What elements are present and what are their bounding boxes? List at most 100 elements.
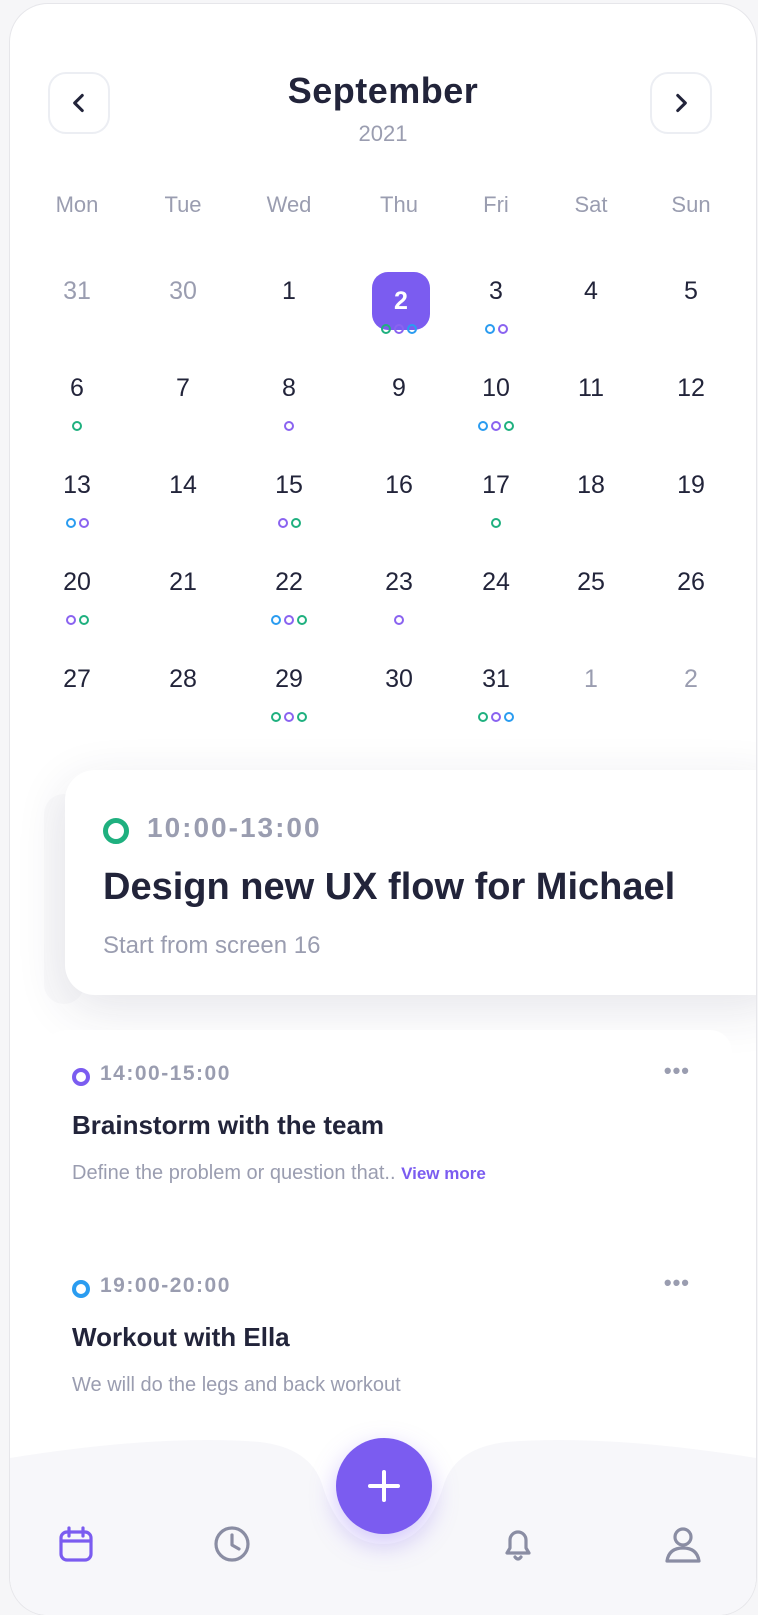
calendar-day[interactable]: 6	[32, 374, 122, 403]
weekday-label: Sat	[574, 192, 608, 217]
event-indicator-dots	[244, 518, 334, 528]
calendar-day[interactable]: 8	[244, 374, 334, 403]
calendar-day[interactable]: 13	[32, 471, 122, 500]
event-indicator-dots	[354, 615, 444, 625]
event-card[interactable]: 14:00-15:00 ••• Brainstorm with the team…	[44, 1030, 732, 1202]
calendar-day[interactable]: 1	[244, 277, 334, 306]
user-icon[interactable]	[663, 1524, 703, 1564]
event-dot	[497, 324, 508, 334]
more-options-button[interactable]: •••	[664, 1270, 690, 1296]
weekday-label: Fri	[483, 192, 509, 217]
event-dot	[78, 518, 89, 528]
calendar-day[interactable]: 18	[546, 471, 636, 500]
plus-icon	[368, 1470, 400, 1502]
event-indicator-dots	[451, 518, 541, 528]
event-indicator-dots	[451, 324, 541, 334]
calendar-day[interactable]: 10	[451, 374, 541, 403]
calendar-day[interactable]: 2	[646, 665, 736, 694]
event-dot	[284, 712, 294, 722]
calendar-day[interactable]: 26	[646, 568, 736, 597]
weekday-label: Sun	[671, 192, 711, 217]
event-indicator-dots	[32, 518, 122, 528]
clock-icon[interactable]	[212, 1524, 252, 1564]
event-dot	[271, 712, 281, 722]
calendar-day[interactable]: 12	[646, 374, 736, 403]
calendar-day[interactable]: 24	[451, 568, 541, 597]
calendar-day-selected[interactable]: 2	[372, 272, 430, 330]
calendar-day[interactable]: 27	[32, 665, 122, 694]
calendar-day[interactable]: 11	[546, 374, 636, 403]
weekday-label: Wed	[266, 192, 312, 217]
bell-icon[interactable]	[498, 1524, 538, 1564]
event-subtitle: Start from screen 16	[103, 932, 321, 959]
calendar-day[interactable]: 3	[451, 277, 541, 306]
calendar-day[interactable]: 17	[451, 471, 541, 500]
calendar-day[interactable]: 31	[32, 277, 122, 306]
event-dot	[72, 421, 82, 431]
event-time: 10:00-13:00	[147, 812, 322, 843]
calendar-day[interactable]: 20	[32, 568, 122, 597]
event-time: 19:00-20:00	[100, 1274, 231, 1297]
more-options-button[interactable]: •••	[664, 1058, 690, 1084]
event-time: 14:00-15:00	[100, 1062, 231, 1085]
event-dot	[78, 615, 89, 625]
event-dot	[394, 615, 404, 625]
calendar-day[interactable]: 25	[546, 568, 636, 597]
event-dot	[394, 324, 404, 334]
event-dot	[65, 518, 76, 528]
event-dot	[65, 615, 76, 625]
event-indicator-dots	[244, 712, 334, 722]
calendar-day[interactable]: 29	[244, 665, 334, 694]
event-description-text: Define the problem or question that..	[72, 1162, 396, 1184]
app-screen: September 2021 Mon Tue Wed Thu Fri Sat Sun 31 30…	[10, 4, 756, 1615]
featured-event-card[interactable]: 10:00-13:00 Design new UX flow for Micha…	[65, 770, 756, 995]
calendar-day[interactable]: 15	[244, 471, 334, 500]
calendar-day[interactable]: 22	[244, 568, 334, 597]
calendar-day[interactable]: 19	[646, 471, 736, 500]
event-title: Brainstorm with the team	[72, 1110, 385, 1140]
event-indicator-dots	[244, 421, 334, 431]
event-status-icon	[103, 818, 129, 844]
event-dot	[297, 712, 307, 722]
calendar-day[interactable]: 28	[138, 665, 228, 694]
event-dot	[504, 421, 514, 431]
event-status-icon	[72, 1280, 90, 1298]
event-dot	[297, 615, 307, 625]
calendar-day[interactable]: 30	[354, 665, 444, 694]
calendar-day[interactable]: 16	[354, 471, 444, 500]
event-indicator-dots	[451, 712, 541, 722]
event-card[interactable]: 19:00-20:00 ••• Workout with Ella We wil…	[44, 1242, 732, 1420]
event-indicator-dots	[244, 615, 334, 625]
calendar-day[interactable]: 14	[138, 471, 228, 500]
event-description: We will do the legs and back workout	[72, 1374, 401, 1396]
calendar-day[interactable]: 31	[451, 665, 541, 694]
event-dot	[284, 421, 294, 431]
calendar-day[interactable]: 1	[546, 665, 636, 694]
event-description: Define the problem or question that.. Vi…	[72, 1162, 486, 1185]
event-title: Workout with Ella	[72, 1322, 290, 1352]
event-dot	[504, 712, 514, 722]
calendar-icon[interactable]	[56, 1524, 96, 1564]
calendar-day[interactable]: 4	[546, 277, 636, 306]
event-indicator-dots	[354, 324, 444, 334]
month-title: September	[287, 70, 479, 111]
view-more-link[interactable]: View more	[401, 1164, 486, 1183]
add-event-button[interactable]	[336, 1438, 432, 1534]
weekday-label: Mon	[55, 192, 99, 217]
event-dot	[290, 518, 301, 528]
calendar-day[interactable]: 21	[138, 568, 228, 597]
calendar-day[interactable]: 30	[138, 277, 228, 306]
event-dot	[277, 518, 288, 528]
year-label: 2021	[358, 121, 408, 146]
event-indicator-dots	[32, 615, 122, 625]
calendar-day[interactable]: 23	[354, 568, 444, 597]
event-title: Design new UX flow for Michael	[103, 866, 676, 908]
calendar-day[interactable]: 7	[138, 374, 228, 403]
weekday-label: Tue	[164, 192, 202, 217]
event-indicator-dots	[451, 421, 541, 431]
event-indicator-dots	[32, 421, 122, 431]
event-dot	[484, 324, 495, 334]
calendar-day[interactable]: 5	[646, 277, 736, 306]
calendar-day[interactable]: 9	[354, 374, 444, 403]
event-dot	[491, 712, 501, 722]
